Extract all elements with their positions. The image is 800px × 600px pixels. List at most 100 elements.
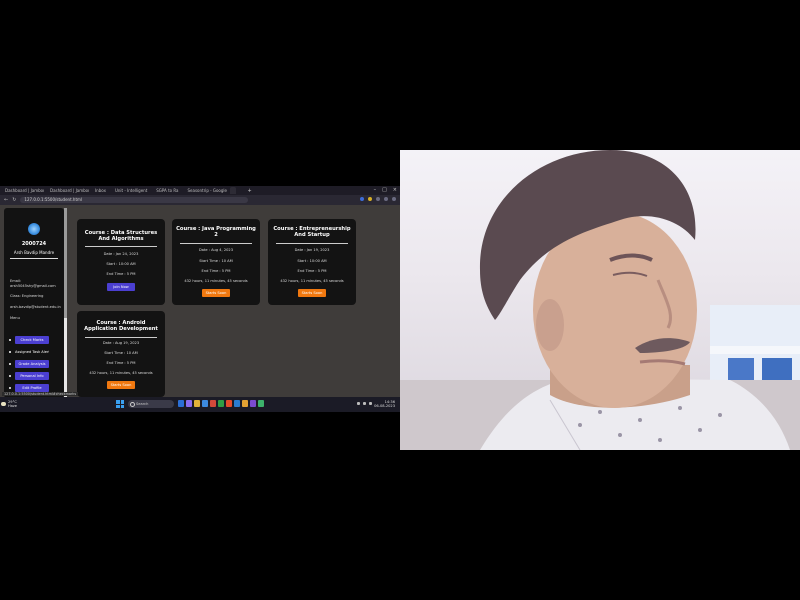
course-end: End Time : 5 PM: [106, 361, 136, 365]
menu-heading: Menu: [10, 316, 20, 320]
network-icon[interactable]: [357, 402, 360, 405]
weather-widget[interactable]: 29°C Haze: [8, 400, 17, 408]
divider: [10, 258, 58, 259]
course-countdown: 432 hours, 11 minutes, 45 seconds: [280, 279, 344, 283]
course-start: Start : 10:00 AM: [297, 259, 327, 263]
edit-profile-button[interactable]: Edit Profile: [15, 384, 49, 392]
screen-capture: Dashboard | Jamboree Dashboard | Jambore…: [0, 186, 400, 412]
system-tray: [357, 402, 372, 405]
course-start: Start Time : 10 AM: [199, 259, 233, 263]
student-id: 2000724: [21, 241, 47, 247]
sidebar-scrollbar[interactable]: [64, 208, 67, 398]
course-end: End Time : 5 PM: [201, 269, 231, 273]
course-end: End Time : 5 PM: [106, 272, 136, 276]
menu-item: Assigned Task Alert: [9, 348, 61, 356]
extension-icon[interactable]: [376, 197, 380, 201]
search-icon: [130, 402, 135, 407]
course-end: End Time : 5 PM: [297, 269, 327, 273]
minimize-icon[interactable]: –: [374, 187, 377, 193]
starts-soon-button[interactable]: Starts Soon: [298, 289, 326, 297]
extension-icon[interactable]: [368, 197, 372, 201]
back-icon[interactable]: ←: [4, 197, 8, 203]
battery-icon[interactable]: [369, 402, 372, 405]
taskbar-apps: [178, 400, 264, 407]
window-controls: – □ ×: [374, 187, 397, 193]
divider: [276, 243, 348, 244]
sidebar-menu: Check Marks Assigned Task Alert Grade An…: [9, 336, 61, 396]
extension-icon[interactable]: [360, 197, 364, 201]
personal-info-button[interactable]: Personal Info: [15, 372, 49, 380]
bullet-icon: [9, 363, 11, 365]
grade-analysis-button[interactable]: Grade Analysis: [15, 360, 49, 368]
windows-start-icon[interactable]: [116, 400, 124, 408]
app-icon[interactable]: [210, 400, 216, 407]
app-icon[interactable]: [258, 400, 264, 407]
chrome-icon[interactable]: [218, 400, 224, 407]
course-countdown: 432 hours, 11 minutes, 45 seconds: [89, 371, 153, 375]
check-marks-button[interactable]: Check Marks: [15, 336, 49, 344]
search-label: Search: [136, 402, 149, 406]
volume-icon[interactable]: [363, 402, 366, 405]
menu-item: Grade Analysis: [9, 360, 61, 368]
address-bar: ← ↻ 127.0.0.1:5500/student.html: [0, 195, 400, 205]
clock-date: 06-08-2023: [374, 404, 395, 408]
course-date: Date : Aug 4, 2023: [199, 248, 233, 252]
taskbar-clock[interactable]: 14:36 06-08-2023: [374, 400, 395, 408]
toolbar-icons: [360, 197, 396, 201]
course-card: Course : Data Structures And Algorithms …: [77, 219, 165, 305]
course-title: Course : Data Structures And Algorithms: [84, 230, 158, 242]
profile-icon[interactable]: [384, 197, 388, 201]
course-title: Course : Java Programming 2: [176, 226, 256, 238]
browser-tab-active[interactable]: [229, 187, 236, 194]
course-title: Course : Entrepreneurship And Startup: [273, 226, 351, 238]
app-icon[interactable]: [242, 400, 248, 407]
assigned-task-link[interactable]: Assigned Task Alert: [15, 348, 49, 356]
reload-icon[interactable]: ↻: [12, 197, 16, 203]
app-icon[interactable]: [250, 400, 256, 407]
menu-icon[interactable]: [392, 197, 396, 201]
bullet-icon: [9, 351, 11, 353]
menu-item: Personal Info: [9, 372, 61, 380]
office-icon[interactable]: [226, 400, 232, 407]
browser-tab[interactable]: SGPA to Ra: [153, 187, 181, 194]
link-status-url: 127.0.0.1:5500/student.html#checkmarks: [2, 392, 79, 396]
maximize-icon[interactable]: □: [382, 187, 387, 193]
course-card: Course : Android Application Development…: [77, 311, 165, 397]
file-explorer-icon[interactable]: [194, 400, 200, 407]
weather-icon: [1, 402, 6, 406]
scrollbar-thumb[interactable]: [64, 208, 67, 318]
browser-tab[interactable]: Inbox: [92, 187, 109, 194]
app-icon[interactable]: [186, 400, 192, 407]
divider: [180, 243, 252, 244]
browser-tab[interactable]: Unit - Intelligent: [112, 187, 150, 194]
browser-tab[interactable]: Dashboard | Jamboree: [2, 187, 44, 194]
course-date: Date : Aug 19, 2023: [102, 341, 140, 345]
task-view-icon[interactable]: [178, 400, 184, 407]
bullet-icon: [9, 387, 11, 389]
close-icon[interactable]: ×: [393, 187, 397, 193]
divider: [85, 246, 157, 247]
starts-soon-button[interactable]: Starts Soon: [202, 289, 230, 297]
course-card: Course : Java Programming 2 Date : Aug 4…: [172, 219, 260, 305]
course-card: Course : Entrepreneurship And Startup Da…: [268, 219, 356, 305]
course-title: Course : Android Application Development: [84, 320, 158, 332]
bullet-icon: [9, 375, 11, 377]
new-tab-icon[interactable]: +: [248, 188, 252, 194]
taskbar-search[interactable]: Search: [128, 400, 174, 408]
browser-tab[interactable]: [239, 187, 245, 194]
join-now-button[interactable]: Join Now: [107, 283, 135, 291]
starts-soon-button[interactable]: Starts Soon: [107, 381, 135, 389]
course-date: Date : Jan 24, 2023: [103, 252, 139, 256]
vscode-icon[interactable]: [234, 400, 240, 407]
browser-tab[interactable]: Dashboard | Jamboree: [47, 187, 89, 194]
college-logo: [28, 223, 40, 235]
edge-icon[interactable]: [202, 400, 208, 407]
course-start: Start : 10:00 AM: [106, 262, 136, 266]
url-field[interactable]: 127.0.0.1:5500/student.html: [20, 197, 249, 203]
webcam-image: [400, 150, 800, 450]
browser-tab[interactable]: Seasontrip - Google Search: [185, 187, 227, 194]
student-email: Email: arsh5045shy@gmail.com: [10, 279, 56, 288]
webcam-feed: [400, 150, 800, 450]
weather-desc: Haze: [8, 404, 18, 408]
bullet-icon: [9, 339, 11, 341]
